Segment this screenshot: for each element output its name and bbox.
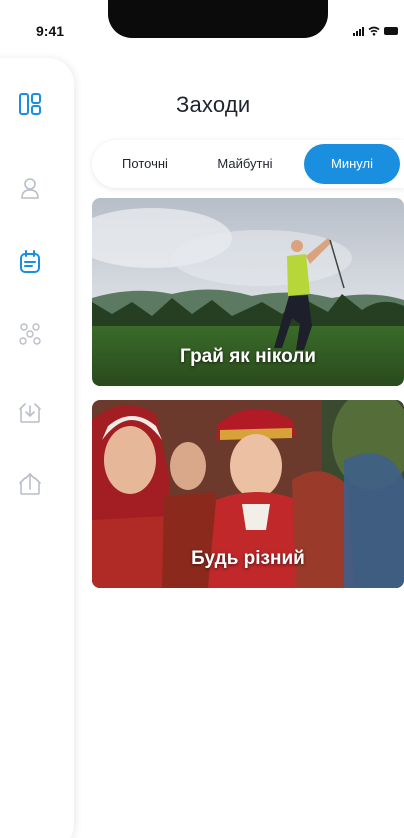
tab-past[interactable]: Минулі — [304, 144, 400, 184]
user-icon[interactable] — [16, 174, 44, 202]
tab-bar: Поточні Майбутні Минулі — [92, 140, 404, 188]
status-icons — [353, 26, 398, 36]
events-icon[interactable] — [16, 248, 44, 276]
upload-gift-icon[interactable] — [16, 470, 44, 498]
group-icon[interactable] — [16, 320, 44, 348]
event-card-golf[interactable]: Грай як ніколи — [92, 198, 404, 386]
tab-upcoming[interactable]: Майбутні — [204, 140, 286, 188]
page-title: Заходи — [176, 92, 251, 117]
device-notch — [108, 0, 328, 38]
dashboard-icon[interactable] — [16, 90, 44, 118]
event-card-folk[interactable]: Будь різний — [92, 400, 404, 588]
cellular-signal-icon — [353, 26, 364, 36]
tab-current[interactable]: Поточні — [110, 140, 180, 188]
sidebar — [0, 58, 74, 838]
event-title: Будь різний — [191, 548, 305, 569]
gift-icon[interactable] — [16, 398, 44, 426]
event-title: Грай як ніколи — [180, 346, 316, 367]
status-bar: 9:41 — [0, 0, 404, 44]
status-time: 9:41 — [36, 23, 65, 39]
battery-icon — [384, 27, 398, 35]
wifi-icon — [368, 26, 380, 36]
